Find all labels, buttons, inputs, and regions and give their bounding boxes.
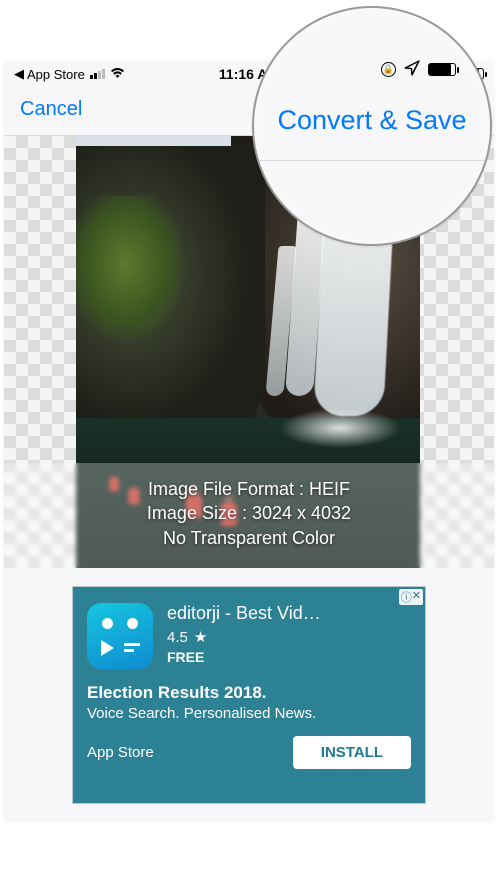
ad-price: FREE (167, 649, 411, 665)
wifi-icon (110, 66, 125, 82)
magnified-convert-save-button[interactable]: Convert & Save (277, 105, 466, 136)
ad-container: ⓘ ✕ editorji - Best Vid… 4.5 ★ FREE (4, 568, 494, 820)
magnified-nav-divider (254, 160, 490, 161)
orientation-lock-icon: 🔒 (381, 62, 396, 77)
location-icon (404, 60, 420, 79)
ad-body: Election Results 2018. Voice Search. Per… (73, 675, 425, 722)
back-to-app[interactable]: ◀ App Store (14, 66, 85, 82)
ad-choices[interactable]: ⓘ ✕ (399, 589, 423, 605)
battery-icon (428, 63, 456, 76)
ad-header: editorji - Best Vid… 4.5 ★ FREE (73, 587, 425, 675)
ad-card[interactable]: ⓘ ✕ editorji - Best Vid… 4.5 ★ FREE (72, 586, 426, 804)
image-metadata: Image File Format : HEIF Image Size : 30… (4, 477, 494, 550)
ad-footer: App Store INSTALL (73, 722, 425, 769)
magnifier-callout: 🔒 Convert & Save (252, 6, 492, 246)
back-app-label: App Store (27, 67, 85, 82)
back-chevron-icon: ◀ (14, 66, 24, 82)
cancel-button[interactable]: Cancel (20, 98, 82, 121)
adchoices-icon: ⓘ (401, 589, 412, 605)
meta-transparency: No Transparent Color (4, 526, 494, 550)
ad-info: editorji - Best Vid… 4.5 ★ FREE (167, 603, 411, 669)
status-left: ◀ App Store (14, 66, 171, 82)
ad-rating-value: 4.5 (167, 629, 188, 646)
ad-close-icon: ✕ (412, 589, 421, 605)
ad-rating: 4.5 ★ (167, 628, 411, 646)
ad-app-icon (87, 603, 153, 669)
meta-size: Image Size : 3024 x 4032 (4, 501, 494, 525)
ad-headline: Election Results 2018. (87, 683, 411, 703)
install-button[interactable]: INSTALL (293, 736, 411, 769)
star-icon: ★ (194, 628, 207, 646)
ad-store-label: App Store (87, 744, 154, 761)
cellular-signal-icon (90, 69, 105, 79)
ad-subline: Voice Search. Personalised News. (87, 705, 411, 722)
magnified-status-icons: 🔒 (254, 60, 490, 79)
ad-title: editorji - Best Vid… (167, 603, 411, 624)
meta-format: Image File Format : HEIF (4, 477, 494, 501)
